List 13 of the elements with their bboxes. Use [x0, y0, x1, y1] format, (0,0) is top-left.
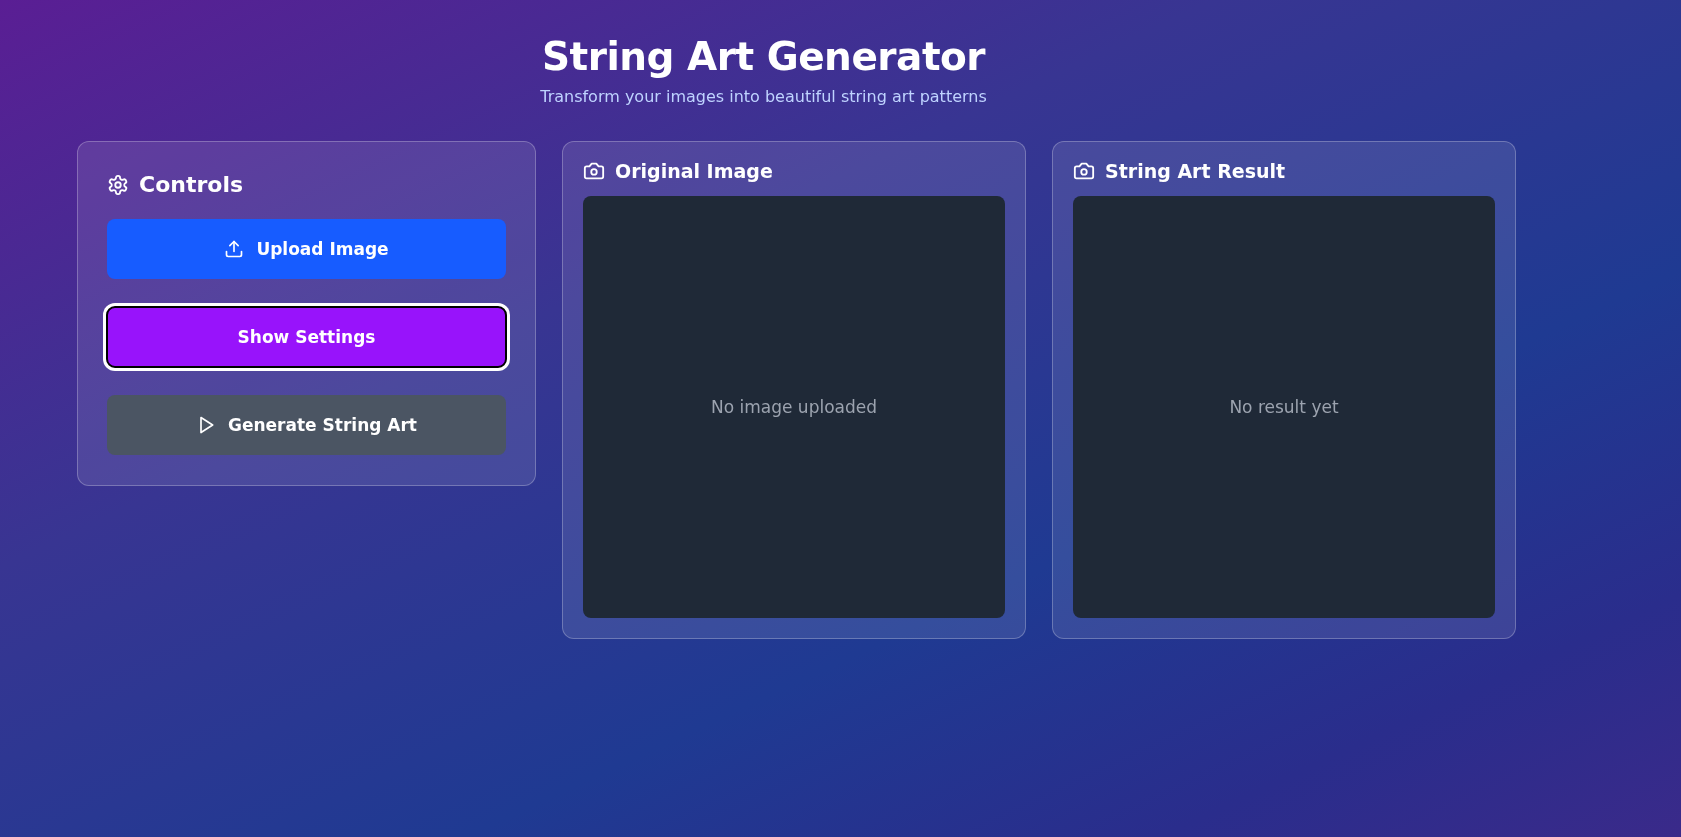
generate-button[interactable]: Generate String Art	[107, 395, 506, 455]
page-subtitle: Transform your images into beautiful string art patterns	[540, 87, 987, 106]
settings-icon	[107, 173, 129, 196]
card-title: Original Image	[615, 160, 773, 182]
upload-icon	[224, 239, 245, 259]
card-title: Controls	[139, 172, 244, 197]
page-title: String Art Generator	[541, 34, 986, 79]
placeholder-text: No result yet	[1229, 397, 1339, 417]
placeholder-text: No image uploaded	[711, 397, 877, 417]
camera-icon	[583, 160, 605, 182]
upload-button[interactable]: Upload Image	[107, 219, 506, 279]
card-title: String Art Result	[1105, 160, 1286, 182]
camera-icon	[1073, 160, 1095, 182]
